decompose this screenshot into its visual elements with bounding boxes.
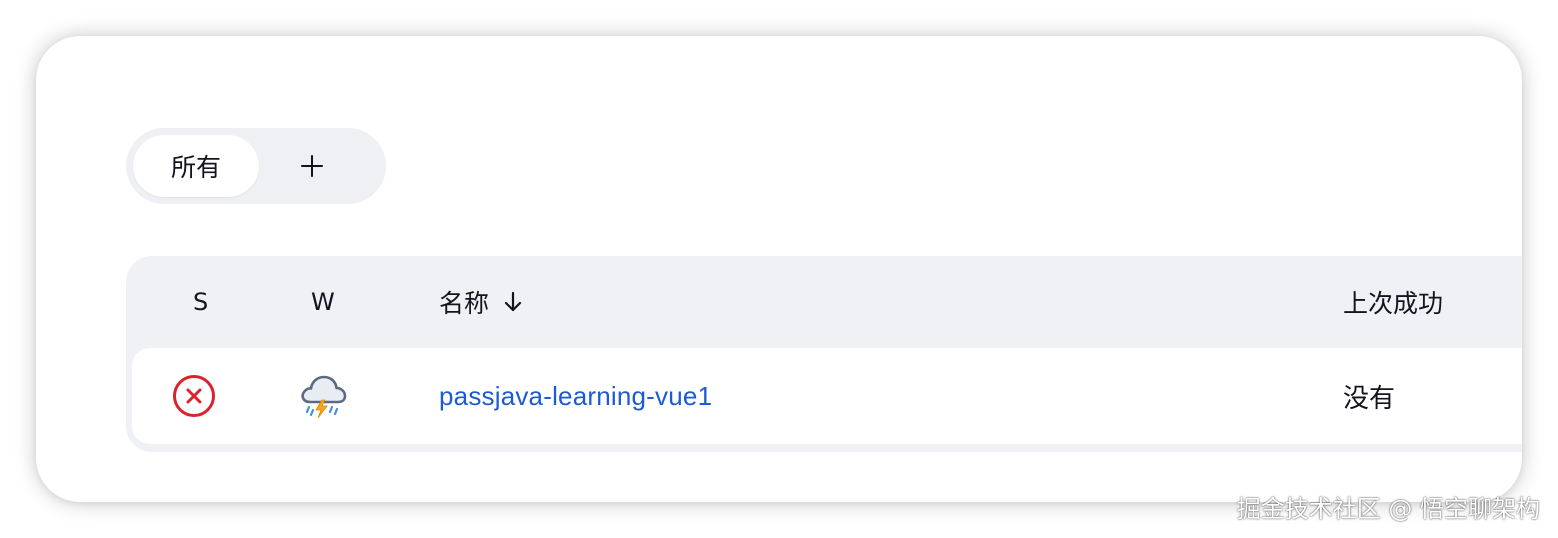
watermark-text: 掘金技术社区 @ 悟空聊架构: [1236, 494, 1540, 523]
last-success-cell: 没有: [1343, 383, 1396, 414]
job-list-card: 所有 S W 名称 上次成功 passjava-learning-vue1 没有: [36, 36, 1522, 502]
name-cell: passjava-learning-vue1: [439, 348, 712, 444]
table-row: passjava-learning-vue1 没有: [132, 348, 1522, 444]
job-name-link[interactable]: passjava-learning-vue1: [439, 381, 712, 412]
column-header-name[interactable]: 名称: [439, 256, 523, 348]
thunderstorm-weather-icon: [301, 375, 347, 419]
column-header-status[interactable]: S: [193, 256, 208, 348]
weather-cell: [298, 348, 348, 444]
add-view-button[interactable]: [281, 135, 343, 197]
view-tabs: 所有: [126, 128, 386, 204]
column-header-name-label: 名称: [439, 289, 490, 318]
table-header: S W 名称 上次成功: [126, 256, 1522, 348]
column-header-last-success[interactable]: 上次成功: [1343, 256, 1443, 348]
plus-icon: [301, 155, 323, 177]
sort-down-arrow-icon: [503, 291, 523, 313]
jobs-table: S W 名称 上次成功 passjava-learning-vue1 没有: [126, 256, 1522, 452]
tab-all[interactable]: 所有: [133, 135, 259, 197]
column-header-weather[interactable]: W: [311, 256, 335, 348]
status-cell: [172, 348, 216, 444]
failed-status-icon: [173, 375, 215, 417]
